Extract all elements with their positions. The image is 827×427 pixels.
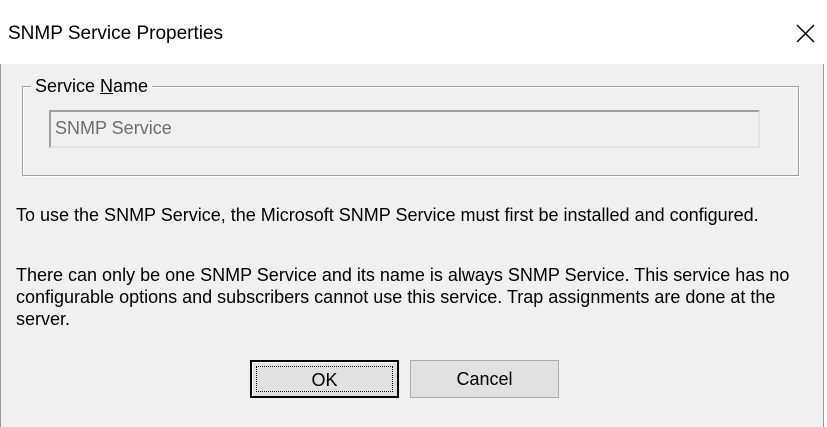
close-button[interactable]: [790, 18, 822, 50]
ok-button-label: OK: [311, 370, 338, 390]
dialog-title: SNMP Service Properties: [8, 23, 224, 44]
cancel-button[interactable]: Cancel: [410, 360, 559, 398]
service-name-group: Service Name SNMP Service: [22, 75, 799, 176]
snmp-properties-dialog: SNMP Service Properties Service Name SNM…: [0, 0, 827, 427]
service-name-label: Service Name: [31, 75, 153, 97]
close-icon: [796, 24, 815, 43]
install-info-text: To use the SNMP Service, the Microsoft S…: [16, 205, 759, 225]
service-info-text: There can only be one SNMP Service and i…: [16, 265, 790, 329]
title-bar[interactable]: SNMP Service Properties: [0, 0, 827, 64]
ok-button[interactable]: OK: [250, 360, 399, 398]
dialog-client-area: Service Name SNMP Service To use the SNM…: [0, 64, 824, 427]
service-name-field[interactable]: SNMP Service: [49, 110, 760, 148]
